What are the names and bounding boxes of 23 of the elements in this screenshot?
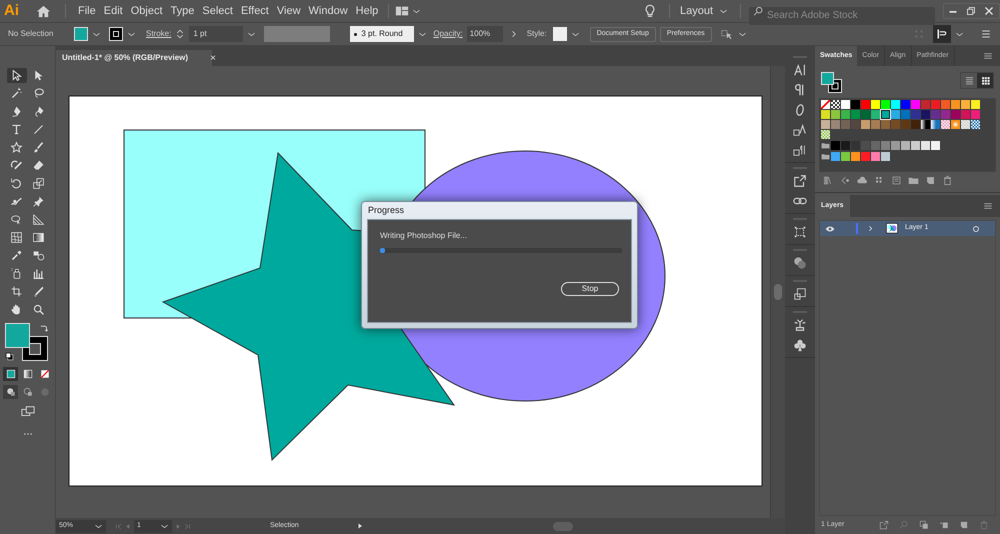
- opacity-field[interactable]: 100%: [466, 26, 503, 42]
- stroke-label: Stroke:: [146, 28, 172, 40]
- menu-item[interactable]: File: [74, 2, 100, 20]
- menu-item[interactable]: Type: [166, 2, 198, 20]
- brush-field[interactable]: 3 pt. Round: [350, 26, 414, 42]
- stop-button[interactable]: Stop: [561, 282, 619, 296]
- menu-item[interactable]: Window: [304, 2, 352, 20]
- menu-item[interactable]: View: [272, 2, 305, 20]
- menu-item[interactable]: Object: [126, 2, 166, 20]
- style-label: Style:: [526, 28, 547, 40]
- menu-item[interactable]: Help: [352, 2, 382, 20]
- app-logo: Ai: [4, 0, 20, 21]
- opacity-label: Opacity:: [433, 28, 463, 40]
- close-icon[interactable]: ×: [210, 50, 216, 66]
- status-message: Writing Photoshop File...: [380, 230, 468, 242]
- selection-label: No Selection: [8, 28, 54, 40]
- menu-item[interactable]: Effect: [236, 2, 273, 20]
- menu-item[interactable]: Select: [198, 2, 237, 20]
- menu-item[interactable]: Edit: [100, 2, 127, 20]
- search-field[interactable]: Search Adobe Stock: [749, 6, 935, 24]
- dialog-title: Progress: [367, 204, 406, 217]
- stroke-weight-field[interactable]: 1 pt: [189, 26, 244, 42]
- workspace-dropdown[interactable]: Layout: [680, 2, 728, 20]
